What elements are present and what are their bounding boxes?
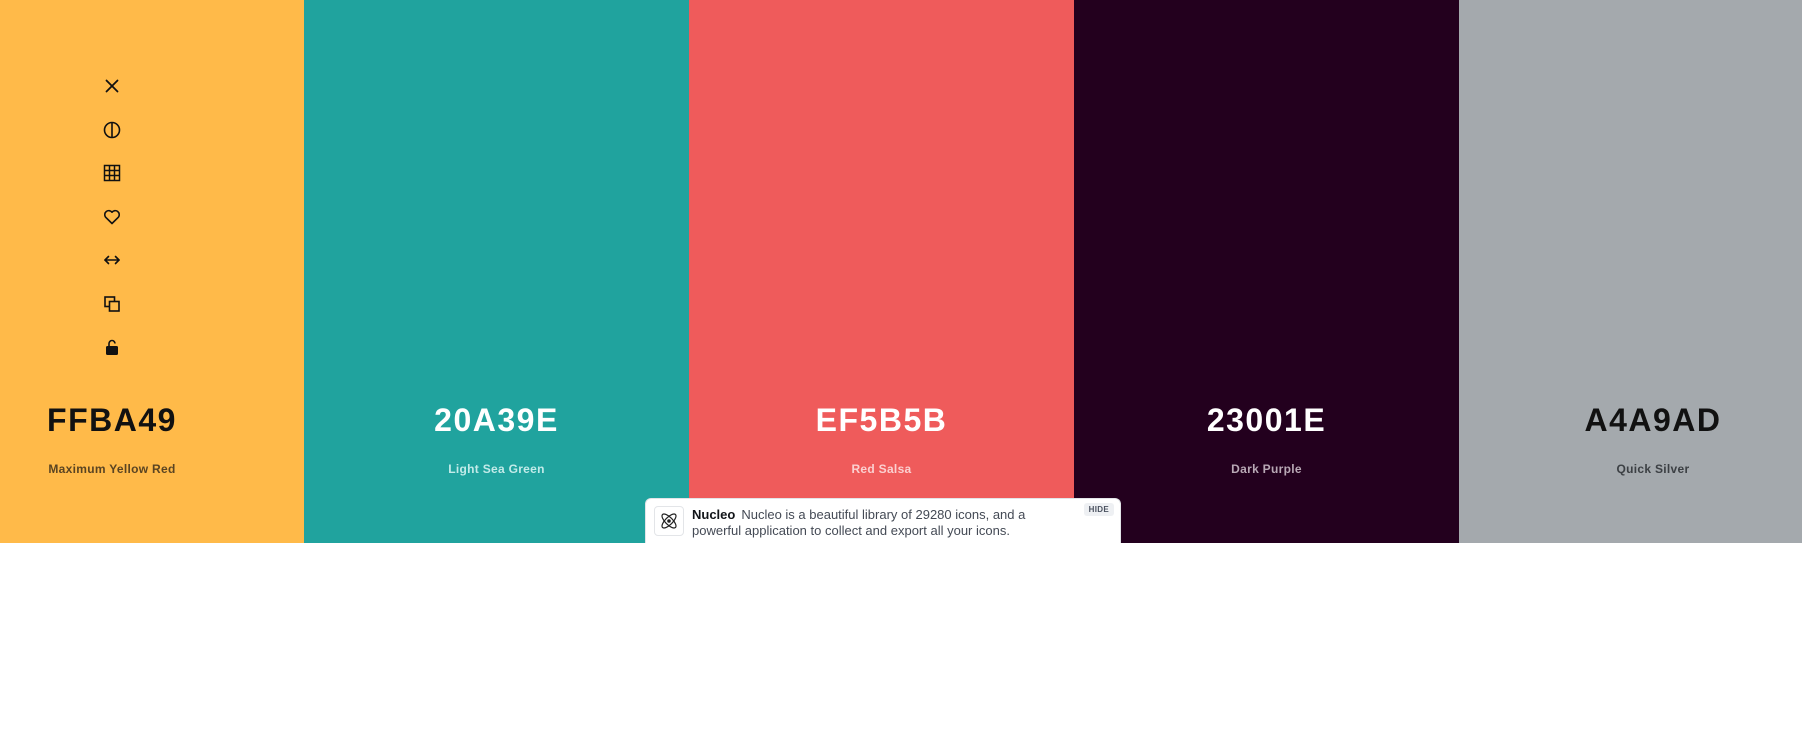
palette: FFBA49 Maximum Yellow Red 20A39E Light S… [0,0,1802,543]
swatch-maximum-yellow-red[interactable]: FFBA49 Maximum Yellow Red [0,0,304,543]
swatch-red-salsa[interactable]: EF5B5B Red Salsa [689,0,1074,543]
swatch-toolbar [97,74,127,379]
close-icon[interactable] [100,74,124,98]
copy-icon[interactable] [100,292,124,316]
swatch-hex[interactable]: FFBA49 [0,402,224,439]
grid-icon[interactable] [100,161,124,185]
swatch-quick-silver[interactable]: A4A9AD Quick Silver [1459,0,1802,543]
banner-text: Nucleo Nucleo is a beautiful library of 2… [692,507,1052,539]
swatch-name: Light Sea Green [448,462,545,476]
heart-icon[interactable] [100,205,124,229]
swatch-name: Red Salsa [851,462,912,476]
contrast-icon[interactable] [100,118,124,142]
swatch-hex[interactable]: A4A9AD [1459,402,1802,439]
banner-message: Nucleo is a beautiful library of 29280 i… [692,507,1026,538]
swatch-name: Maximum Yellow Red [48,462,176,476]
nucleo-logo-icon[interactable] [654,506,684,536]
swatch-name: Quick Silver [1616,462,1690,476]
swatch-name: Dark Purple [1231,462,1302,476]
swatch-hex[interactable]: 23001E [1074,402,1459,439]
banner-title[interactable]: Nucleo [692,507,735,522]
arrows-horizontal-icon[interactable] [100,248,124,272]
swatch-hex[interactable]: 20A39E [304,402,689,439]
unlock-icon[interactable] [100,335,124,359]
swatch-light-sea-green[interactable]: 20A39E Light Sea Green [304,0,689,543]
swatch-hex[interactable]: EF5B5B [689,402,1074,439]
hide-button[interactable]: HIDE [1083,503,1114,516]
swatch-dark-purple[interactable]: 23001E Dark Purple [1074,0,1459,543]
nucleo-promo-banner: Nucleo Nucleo is a beautiful library of 2… [645,498,1121,543]
